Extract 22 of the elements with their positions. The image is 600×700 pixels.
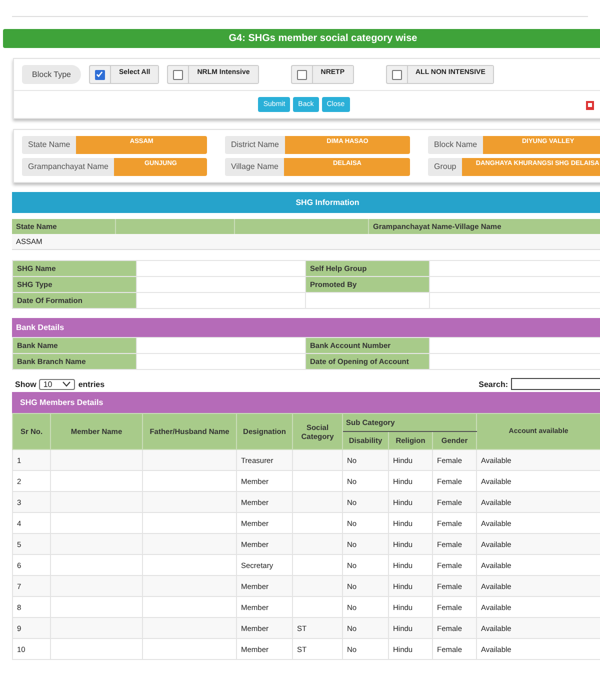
section-header: SHG Information: [12, 192, 600, 213]
chevron-icon: [62, 380, 72, 388]
page-title: G4: SHGs member social category wise: [3, 29, 600, 48]
checkbox[interactable]: [94, 70, 105, 80]
block-type-label: Block Type: [22, 65, 81, 84]
entries-select[interactable]: 10: [39, 378, 76, 390]
search-field[interactable]: [511, 378, 600, 390]
location-label: Grampanchayat Name: [22, 158, 114, 176]
location-label: State Name: [22, 136, 76, 154]
search-label: Search:: [478, 380, 508, 388]
location-label: Village Name: [225, 158, 284, 176]
section-header: Bank Details: [12, 318, 600, 337]
checkbox[interactable]: [173, 70, 184, 80]
location-label: Block Name: [428, 136, 484, 154]
checkbox[interactable]: [296, 70, 307, 80]
show-label: Show: [15, 380, 36, 388]
pdf-export-icon[interactable]: [586, 101, 594, 110]
checkbox[interactable]: [392, 70, 402, 80]
section-header: SHG Members Details: [12, 392, 600, 413]
location-label: District Name: [225, 136, 286, 154]
entries-label: entries: [78, 380, 105, 388]
location-label: Group: [428, 158, 462, 176]
